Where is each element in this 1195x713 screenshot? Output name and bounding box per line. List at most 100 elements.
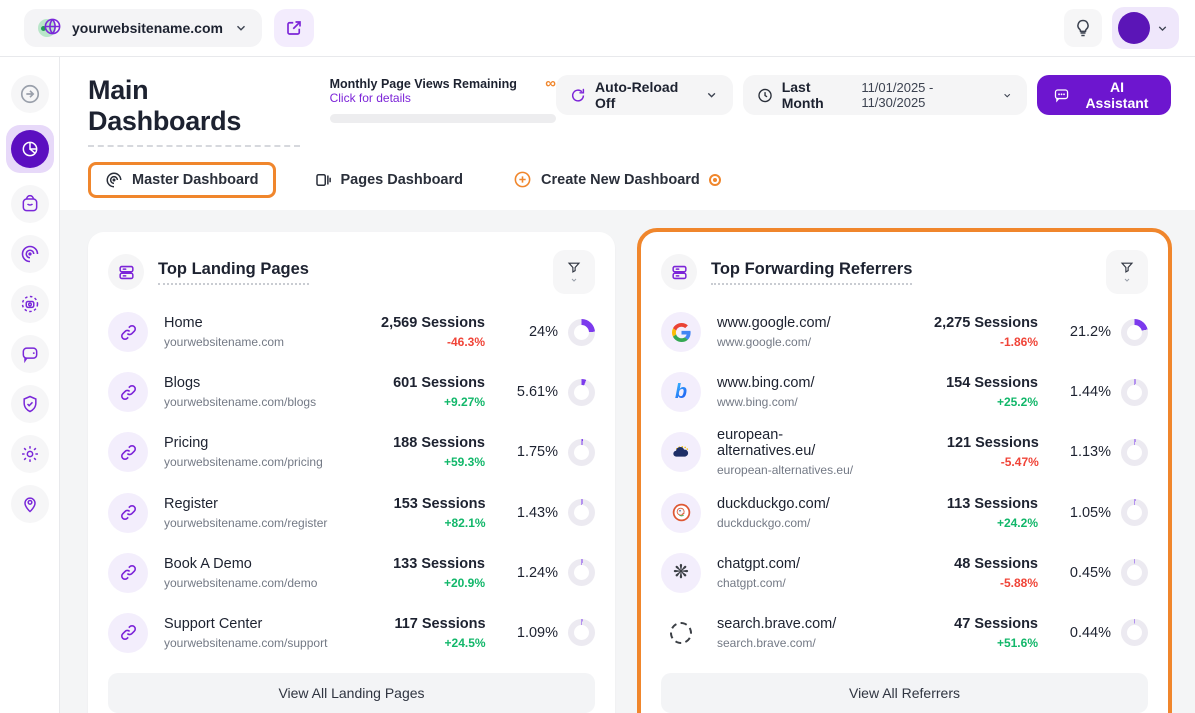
tab-master-dashboard[interactable]: Master Dashboard xyxy=(88,162,276,198)
dashboard-pie-icon xyxy=(11,130,49,168)
chevron-down-icon xyxy=(234,21,248,35)
page-title: Main Dashboards xyxy=(88,75,300,147)
row-subtitle: chatgpt.com/ xyxy=(717,576,800,590)
link-icon xyxy=(108,372,148,412)
donut-chart xyxy=(568,379,595,406)
funnel-icon xyxy=(1119,260,1135,275)
brave-search-icon xyxy=(661,613,701,653)
link-icon xyxy=(108,613,148,653)
auto-reload-dropdown[interactable]: Auto-Reload Off xyxy=(556,75,733,115)
chatgpt-icon: ❋ xyxy=(661,553,701,593)
date-range-picker[interactable]: Last Month 11/01/2025 - 11/30/2025 xyxy=(743,75,1027,115)
donut-chart xyxy=(568,559,595,586)
row-subtitle: european-alternatives.eu/ xyxy=(717,463,880,477)
row-title: www.bing.com/ xyxy=(717,375,815,391)
filter-button[interactable] xyxy=(553,250,595,294)
chevron-down-icon xyxy=(1156,22,1169,35)
clock-icon xyxy=(757,87,773,104)
row-subtitle: yourwebsitename.com/blogs xyxy=(164,395,316,409)
quota-details-link[interactable]: Click for details xyxy=(330,91,517,105)
referrer-row-google[interactable]: www.google.com/www.google.com/ 2,275 Ses… xyxy=(661,304,1148,360)
sidebar-item-privacy[interactable] xyxy=(11,385,49,423)
sidebar-item-visitors-map[interactable] xyxy=(11,485,49,523)
sidebar-collapse-button[interactable] xyxy=(11,75,49,113)
pages-dashboard-icon xyxy=(314,171,332,189)
sidebar-item-recordings[interactable] xyxy=(11,285,49,323)
link-icon xyxy=(108,493,148,533)
row-title: search.brave.com/ xyxy=(717,616,836,632)
row-title: chatgpt.com/ xyxy=(717,556,800,572)
link-icon xyxy=(108,553,148,593)
sidebar-item-ecommerce[interactable] xyxy=(11,185,49,223)
sidebar-item-feedback[interactable] xyxy=(11,335,49,373)
ai-chat-icon xyxy=(1053,86,1070,104)
sidebar-item-settings[interactable] xyxy=(11,435,49,473)
tab-pages-dashboard[interactable]: Pages Dashboard xyxy=(302,162,476,198)
row-change: +24.2% xyxy=(878,516,1038,530)
sidebar-item-dashboards[interactable] xyxy=(6,125,54,173)
donut-chart xyxy=(1121,439,1148,466)
row-title: european-alternatives.eu/ xyxy=(717,427,880,459)
view-all-landing-pages-button[interactable]: View All Landing Pages xyxy=(108,673,595,713)
row-title: Support Center xyxy=(164,616,326,632)
tab-pages-label: Pages Dashboard xyxy=(341,172,464,188)
funnel-icon xyxy=(566,260,582,275)
landing-row-register[interactable]: Registeryourwebsitename.com/register 153… xyxy=(108,485,595,541)
row-percent: 21.2% xyxy=(1070,324,1111,340)
row-sessions: 48 Sessions xyxy=(878,556,1038,572)
row-subtitle: www.bing.com/ xyxy=(717,395,815,409)
row-subtitle: www.google.com/ xyxy=(717,335,831,349)
gear-icon xyxy=(20,444,40,464)
ai-assistant-label: AI Assistant xyxy=(1079,79,1155,111)
view-all-referrers-button[interactable]: View All Referrers xyxy=(661,673,1148,713)
row-title: Book A Demo xyxy=(164,556,317,572)
website-logo-icon xyxy=(38,17,62,39)
row-sessions: 2,569 Sessions xyxy=(325,315,485,331)
tab-master-label: Master Dashboard xyxy=(132,172,259,188)
referrer-row-chatgpt[interactable]: ❋ chatgpt.com/chatgpt.com/ 48 Sessions-5… xyxy=(661,545,1148,601)
row-percent: 1.44% xyxy=(1070,384,1111,400)
dashboard-tabs: Master Dashboard Pages Dashboard Create … xyxy=(88,161,1171,210)
ai-assistant-button[interactable]: AI Assistant xyxy=(1037,75,1171,115)
row-percent: 1.24% xyxy=(517,565,558,581)
account-menu[interactable] xyxy=(1112,7,1179,49)
row-sessions: 2,275 Sessions xyxy=(878,315,1038,331)
row-subtitle: yourwebsitename.com xyxy=(164,335,284,349)
filter-button[interactable] xyxy=(1106,250,1148,294)
row-change: -1.86% xyxy=(878,335,1038,349)
row-change: +59.3% xyxy=(325,455,485,469)
european-alternatives-icon xyxy=(661,432,701,472)
referrer-row-brave-search[interactable]: search.brave.com/search.brave.com/ 47 Se… xyxy=(661,605,1148,661)
row-change: +20.9% xyxy=(325,576,485,590)
duckduckgo-icon xyxy=(661,493,701,533)
row-percent: 5.61% xyxy=(517,384,558,400)
row-subtitle: duckduckgo.com/ xyxy=(717,516,830,530)
referrer-row-duckduckgo[interactable]: duckduckgo.com/duckduckgo.com/ 113 Sessi… xyxy=(661,485,1148,541)
row-change: -5.47% xyxy=(880,455,1039,469)
landing-row-book-a-demo[interactable]: Book A Demoyourwebsitename.com/demo 133 … xyxy=(108,545,595,601)
landing-row-blogs[interactable]: Blogsyourwebsitename.com/blogs 601 Sessi… xyxy=(108,364,595,420)
landing-row-home[interactable]: Homeyourwebsitename.com 2,569 Sessions-4… xyxy=(108,304,595,360)
master-dashboard-icon xyxy=(105,171,123,189)
row-title: www.google.com/ xyxy=(717,315,831,331)
row-sessions: 154 Sessions xyxy=(878,375,1038,391)
referrer-row-bing[interactable]: b www.bing.com/www.bing.com/ 154 Session… xyxy=(661,364,1148,420)
sidebar-item-behaviour[interactable] xyxy=(11,235,49,273)
website-selector[interactable]: yourwebsitename.com xyxy=(24,9,262,47)
arrow-right-circle-icon xyxy=(19,83,41,105)
location-pin-icon xyxy=(20,494,40,514)
infinity-value: ∞ xyxy=(545,77,556,91)
open-website-button[interactable] xyxy=(274,9,314,47)
donut-chart xyxy=(1121,619,1148,646)
page-views-quota: Monthly Page Views Remaining Click for d… xyxy=(330,77,556,123)
tab-create-new-dashboard[interactable]: Create New Dashboard xyxy=(501,161,733,198)
row-percent: 1.75% xyxy=(517,444,558,460)
referrer-row-european-alternatives[interactable]: european-alternatives.eu/european-altern… xyxy=(661,424,1148,480)
tips-button[interactable] xyxy=(1064,9,1102,47)
landing-row-support-center[interactable]: Support Centeryourwebsitename.com/suppor… xyxy=(108,605,595,661)
card-title: Top Forwarding Referrers xyxy=(711,260,912,285)
row-percent: 1.05% xyxy=(1070,505,1111,521)
landing-row-pricing[interactable]: Pricingyourwebsitename.com/pricing 188 S… xyxy=(108,424,595,480)
row-percent: 1.43% xyxy=(517,505,558,521)
row-percent: 24% xyxy=(529,324,558,340)
